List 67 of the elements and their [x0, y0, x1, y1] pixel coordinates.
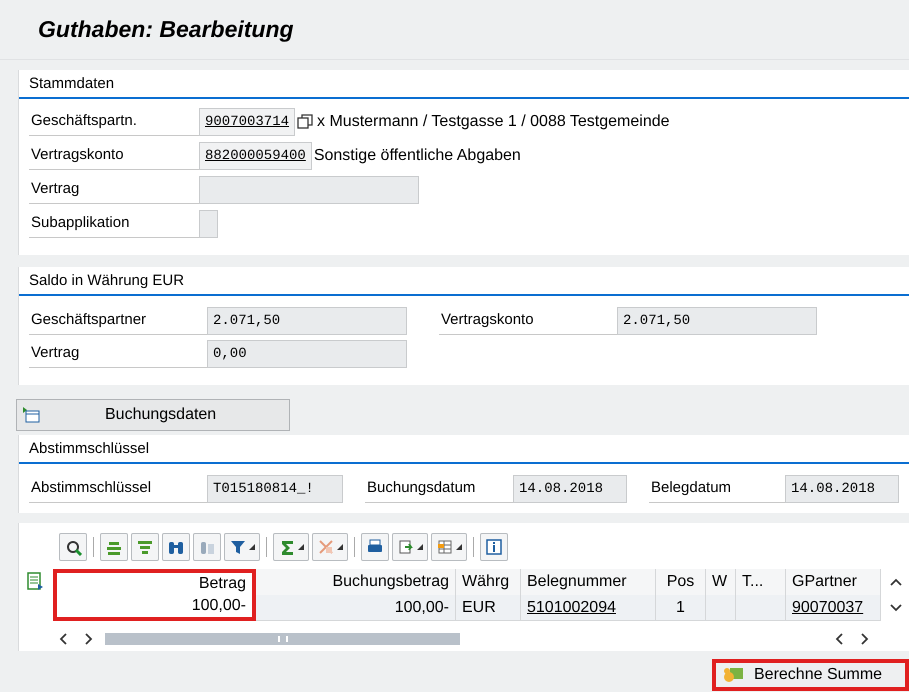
table-cell: 100,00- [53, 595, 256, 621]
scroll-left-icon[interactable] [835, 633, 845, 645]
caret-icon [337, 544, 343, 550]
table-cell: 100,00- [256, 595, 456, 621]
coins-icon [722, 666, 744, 684]
field-description: x Mustermann / Testgasse 1 / 0088 Testgemeinde [316, 112, 670, 132]
page-title: Guthaben: Bearbeitung [38, 15, 294, 44]
table-cell[interactable]: 5101002094 [521, 595, 656, 621]
info-icon [485, 538, 503, 556]
scroll-left-icon[interactable] [59, 633, 69, 645]
column-header[interactable]: Buchungsbetrag [256, 569, 456, 595]
table-cell [706, 595, 736, 621]
horizontal-scrollbar[interactable] [105, 633, 460, 645]
column-header[interactable]: T... [736, 569, 786, 595]
sort-descending-button[interactable] [131, 533, 159, 561]
printer-button[interactable] [361, 533, 389, 561]
input-field[interactable] [199, 176, 419, 204]
input-field[interactable]: 2.071,50 [617, 306, 817, 334]
input-field[interactable]: 9007003714 [199, 108, 296, 136]
input-field[interactable] [199, 210, 218, 238]
caret-icon [417, 544, 423, 550]
scroll-right-icon[interactable] [859, 633, 869, 645]
input-field[interactable]: T015180814_! [207, 474, 343, 502]
column-header[interactable]: GPartner [786, 569, 881, 595]
layout-icon [436, 538, 454, 556]
section-heading: Abstimmschlüssel [29, 440, 150, 457]
export-button[interactable] [392, 533, 428, 561]
row-select-icon[interactable] [27, 572, 45, 592]
scroll-down-icon[interactable] [890, 604, 902, 612]
column-header[interactable]: Währg [456, 569, 521, 595]
scroll-up-icon[interactable] [890, 578, 902, 586]
column-header[interactable]: Betrag [53, 569, 256, 595]
caret-icon [249, 544, 255, 550]
table-cell [736, 595, 786, 621]
details-button[interactable] [59, 533, 87, 561]
input-field[interactable]: 0,00 [207, 340, 407, 368]
filter-button[interactable] [224, 533, 260, 561]
details-icon [64, 538, 82, 556]
posting-data-button[interactable]: Buchungsdaten [16, 399, 290, 431]
input-field[interactable]: 14.08.2018 [513, 474, 627, 502]
section-heading: Stammdaten [29, 75, 114, 92]
subtotal-icon [317, 538, 335, 556]
filter-icon [229, 538, 247, 556]
table-cell: 1 [656, 595, 706, 621]
column-header[interactable]: Belegnummer [521, 569, 656, 595]
input-field[interactable]: 14.08.2018 [785, 474, 899, 502]
caret-icon [298, 544, 304, 550]
layout-button[interactable] [431, 533, 467, 561]
field-description: Sonstige öffentliche Abgaben [312, 146, 521, 166]
section-heading: Saldo in Währung EUR [29, 272, 184, 289]
column-header[interactable]: Pos [656, 569, 706, 595]
info-button[interactable] [480, 533, 508, 561]
scroll-right-icon[interactable] [83, 633, 93, 645]
input-field[interactable]: 882000059400 [199, 142, 312, 170]
export-icon [397, 538, 415, 556]
binoculars-button[interactable] [162, 533, 190, 561]
panel-toggle-icon [21, 406, 41, 424]
input-field[interactable]: 2.071,50 [207, 306, 407, 334]
sort-descending-icon [136, 538, 154, 556]
copy-icon[interactable] [295, 112, 316, 132]
table-cell[interactable]: 90070037 [786, 595, 881, 621]
caret-icon [456, 544, 462, 550]
sum-button[interactable] [273, 533, 309, 561]
sort-ascending-button[interactable] [100, 533, 128, 561]
calculate-sum-button[interactable]: Berechne Summe [712, 659, 909, 691]
column-header[interactable]: W [706, 569, 736, 595]
table-cell: EUR [456, 595, 521, 621]
